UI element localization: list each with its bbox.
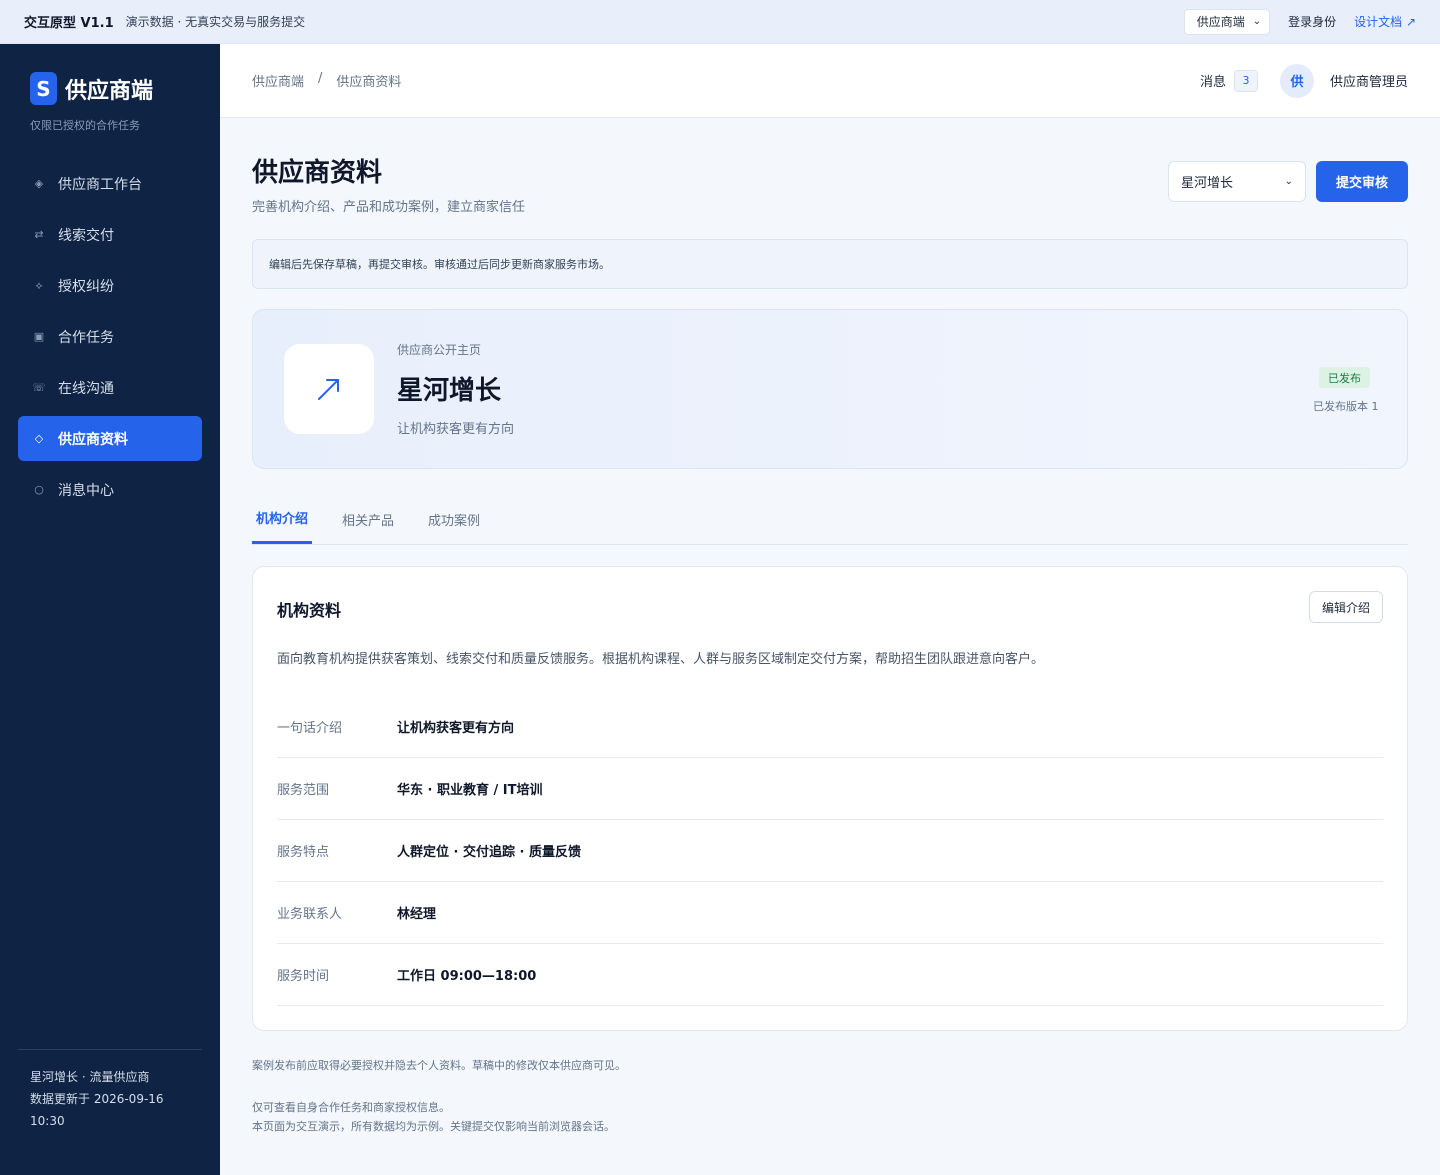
org-info-card: 机构资料 编辑介绍 面向教育机构提供获客策划、线索交付和质量反馈服务。根据机构课… bbox=[252, 566, 1408, 1031]
page-subtitle: 完善机构介绍、产品和成功案例，建立商家信任 bbox=[252, 200, 526, 215]
info-row: 服务范围 华东 · 职业教育 / IT培训 bbox=[277, 758, 1383, 820]
demo-notice: 演示数据 · 无真实交易与服务提交 bbox=[125, 15, 306, 29]
info-row: 服务时间 工作日 09:00—18:00 bbox=[277, 944, 1383, 1006]
demo-banner: 交互原型 V1.1 演示数据 · 无真实交易与服务提交 供应商端 ⌄ 登录身份 … bbox=[0, 0, 1440, 44]
supplier-name: 星河增长 bbox=[397, 376, 502, 406]
diamond-outline-icon: ◇ bbox=[34, 432, 44, 445]
info-key: 服务时间 bbox=[277, 969, 330, 984]
dispute-icon: ⟡ bbox=[35, 278, 43, 292]
info-key: 服务特点 bbox=[277, 845, 330, 860]
sidebar-item-lead-delivery[interactable]: ⇄ 线索交付 bbox=[18, 212, 202, 257]
info-value: 人群定位 · 交付追踪 · 质量反馈 bbox=[397, 845, 581, 860]
messages-count-badge: 3 bbox=[1233, 69, 1258, 92]
footer-time: 10:30 bbox=[30, 1114, 65, 1128]
sidebar-item-messages[interactable]: ○ 消息中心 bbox=[18, 467, 202, 512]
sidebar-item-workbench[interactable]: ◈ 供应商工作台 bbox=[18, 161, 202, 206]
diamond-icon: ◈ bbox=[34, 177, 44, 190]
footer-org: 星河增长 · 流量供应商 bbox=[30, 1070, 150, 1084]
info-value: 工作日 09:00—18:00 bbox=[397, 969, 537, 984]
login-role-link[interactable]: 登录身份 bbox=[1288, 13, 1336, 30]
tab-org-intro[interactable]: 机构介绍 bbox=[252, 494, 313, 544]
chevron-down-icon: ⌄ bbox=[1284, 176, 1293, 187]
breadcrumb-root[interactable]: 供应商端 bbox=[252, 71, 304, 90]
phone-icon: ☏ bbox=[32, 381, 46, 394]
tab-products[interactable]: 相关产品 bbox=[338, 494, 398, 544]
brand-name: 供应商端 bbox=[65, 78, 154, 104]
circle-icon: ○ bbox=[34, 483, 44, 496]
task-icon: ▣ bbox=[33, 330, 45, 343]
info-key: 服务范围 bbox=[277, 783, 330, 798]
published-version: 已发布版本 1 bbox=[1313, 400, 1379, 413]
page-title: 供应商资料 bbox=[252, 158, 383, 188]
breadcrumb: 供应商端 / 供应商资料 bbox=[252, 71, 401, 90]
info-value: 华东 · 职业教育 / IT培训 bbox=[397, 783, 543, 798]
card-title: 机构资料 bbox=[277, 601, 342, 620]
footer-line-2: 本页面为交互演示，所有数据均为示例。关键提交仅影响当前浏览器会话。 bbox=[252, 1120, 615, 1133]
case-authorization-note: 案例发布前应取得必要授权并隐去个人资料。草稿中的修改仅本供应商可见。 bbox=[252, 1059, 626, 1072]
exchange-icon: ⇄ bbox=[34, 228, 44, 241]
sidebar-nav: ◈ 供应商工作台 ⇄ 线索交付 ⟡ 授权纠纷 ▣ 合作任务 ☏ 在线沟通 ◇ 供… bbox=[18, 161, 202, 518]
info-row: 服务特点 人群定位 · 交付追踪 · 质量反馈 bbox=[277, 820, 1383, 882]
info-value: 林经理 bbox=[397, 907, 437, 922]
sidebar-footer: 星河增长 · 流量供应商 数据更新于 2026-09-16 10:30 bbox=[18, 1049, 202, 1132]
submit-review-button[interactable]: 提交审核 bbox=[1316, 161, 1408, 202]
info-key: 业务联系人 bbox=[277, 907, 343, 922]
trend-arrow-icon bbox=[284, 344, 374, 434]
info-row: 一句话介绍 让机构获客更有方向 bbox=[277, 696, 1383, 758]
portal-select[interactable]: 供应商端 ⌄ bbox=[1183, 8, 1271, 35]
prototype-version: 交互原型 V1.1 bbox=[24, 16, 114, 31]
sidebar: S 供应商端 仅限已授权的合作任务 ◈ 供应商工作台 ⇄ 线索交付 ⟡ 授权纠纷… bbox=[0, 44, 220, 1175]
sidebar-item-supplier-profile[interactable]: ◇ 供应商资料 bbox=[18, 416, 202, 461]
info-value: 让机构获客更有方向 bbox=[397, 721, 515, 736]
messages-link[interactable]: 消息 bbox=[1200, 71, 1226, 90]
avatar[interactable]: 供 bbox=[1279, 63, 1314, 98]
brand-subtitle: 仅限已授权的合作任务 bbox=[30, 119, 140, 132]
user-name[interactable]: 供应商管理员 bbox=[1330, 71, 1408, 90]
profile-tabs: 机构介绍 相关产品 成功案例 bbox=[252, 494, 1408, 545]
breadcrumb-current: 供应商资料 bbox=[336, 75, 402, 90]
hero-label: 供应商公开主页 bbox=[397, 343, 482, 357]
tab-cases[interactable]: 成功案例 bbox=[424, 494, 484, 544]
logo-icon: S bbox=[30, 72, 57, 105]
status-badge: 已发布 bbox=[1319, 367, 1370, 388]
sidebar-item-chat[interactable]: ☏ 在线沟通 bbox=[18, 365, 202, 410]
design-doc-link[interactable]: 设计文档 ↗ bbox=[1354, 13, 1416, 30]
sidebar-item-disputes[interactable]: ⟡ 授权纠纷 bbox=[18, 263, 202, 308]
info-notice: 编辑后先保存草稿，再提交审核。审核通过后同步更新商家服务市场。 bbox=[252, 239, 1408, 289]
profile-hero: 供应商公开主页 星河增长 让机构获客更有方向 已发布 已发布版本 1 bbox=[252, 309, 1408, 469]
org-description: 面向教育机构提供获客策划、线索交付和质量反馈服务。根据机构课程、人群与服务区域制… bbox=[277, 652, 1045, 667]
page-header: 供应商端 / 供应商资料 消息 3 供 供应商管理员 bbox=[220, 44, 1440, 118]
info-row: 业务联系人 林经理 bbox=[277, 882, 1383, 944]
breadcrumb-separator: / bbox=[318, 71, 323, 86]
brand: S 供应商端 bbox=[30, 72, 153, 105]
info-list: 一句话介绍 让机构获客更有方向 服务范围 华东 · 职业教育 / IT培训 服务… bbox=[277, 696, 1383, 1006]
supplier-tagline: 让机构获客更有方向 bbox=[397, 422, 515, 437]
edit-intro-button[interactable]: 编辑介绍 bbox=[1309, 591, 1383, 623]
info-key: 一句话介绍 bbox=[277, 721, 343, 736]
org-select[interactable]: 星河增长 ⌄ bbox=[1168, 161, 1306, 202]
chevron-down-icon: ⌄ bbox=[1252, 16, 1262, 27]
footer-line-1: 仅可查看自身合作任务和商家授权信息。 bbox=[252, 1101, 450, 1114]
footer-update: 数据更新于 2026-09-16 bbox=[30, 1092, 164, 1106]
sidebar-item-tasks[interactable]: ▣ 合作任务 bbox=[18, 314, 202, 359]
